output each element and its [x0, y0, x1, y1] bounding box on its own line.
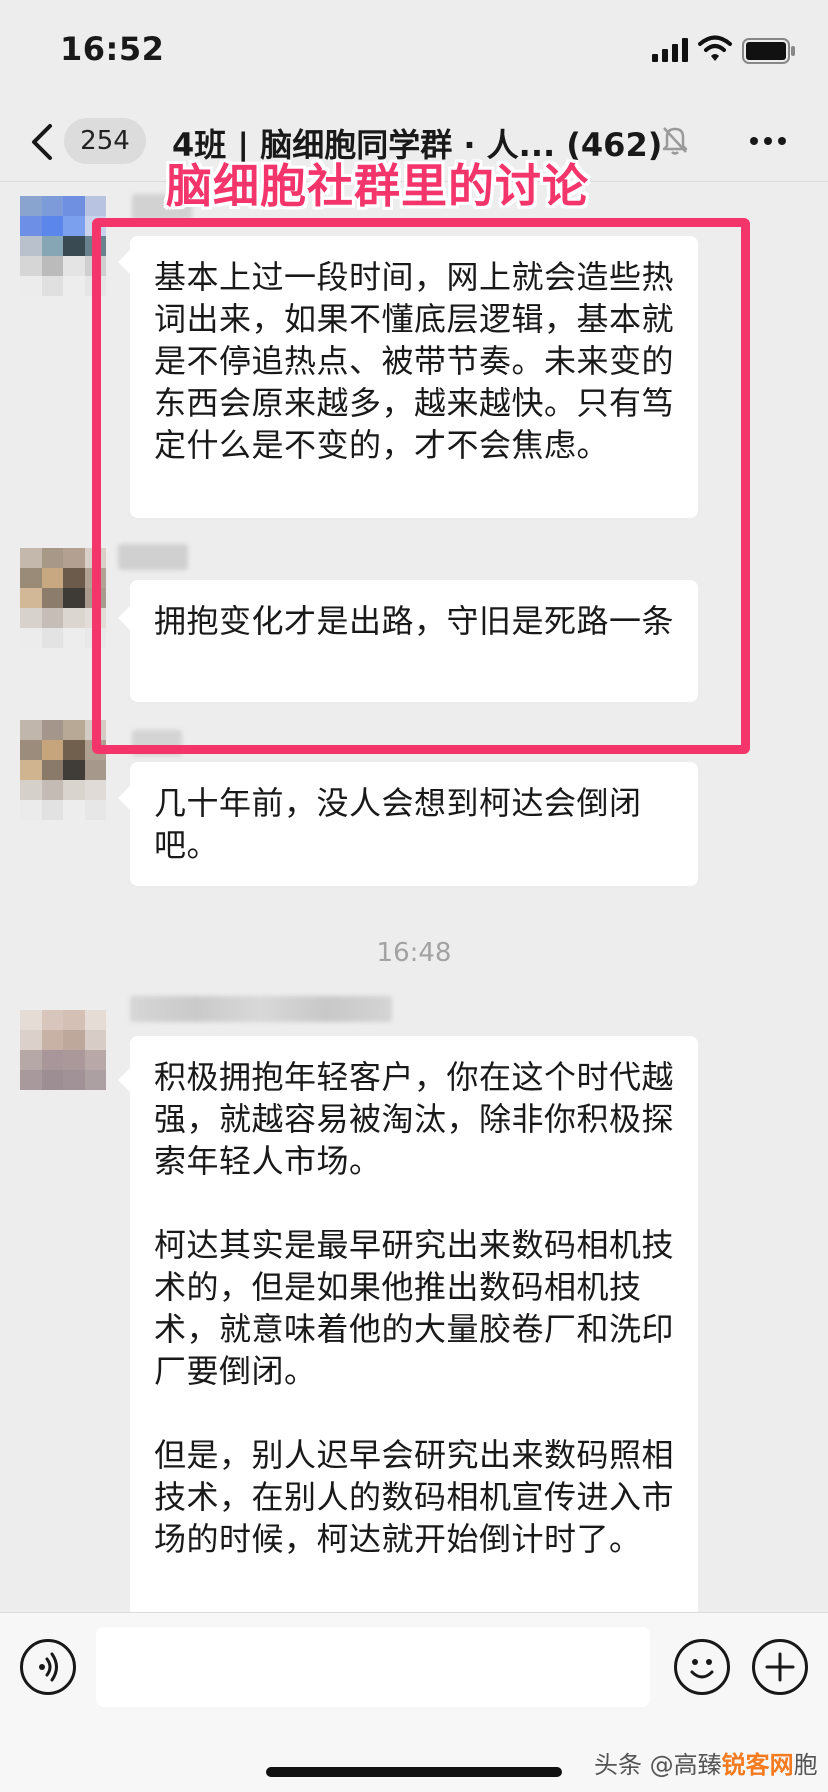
- bubble-tail: [118, 786, 130, 810]
- more-options-icon[interactable]: [748, 126, 788, 156]
- watermark-prefix: 头条 @高臻: [594, 1751, 722, 1779]
- status-time: 16:52: [60, 30, 165, 68]
- sender-name-redacted: [130, 996, 392, 1022]
- highlight-frame: [92, 218, 750, 754]
- back-arrow-icon[interactable]: [28, 122, 56, 162]
- message-bubble[interactable]: 几十年前，没人会想到柯达会倒闭吧。: [130, 762, 698, 886]
- bubble-tail: [118, 1068, 130, 1092]
- input-bar: 头条 @高臻锐客网胞: [0, 1612, 828, 1792]
- source-watermark: 头条 @高臻锐客网胞: [594, 1745, 818, 1780]
- wifi-icon: [698, 35, 732, 61]
- watermark-brand: 锐客网: [721, 1751, 794, 1779]
- voice-wave-icon: [39, 1652, 58, 1682]
- message-input[interactable]: [96, 1627, 650, 1707]
- smiley-face-icon: [690, 1659, 714, 1679]
- cellular-signal-icon: [652, 38, 688, 62]
- unread-count-badge[interactable]: 254: [64, 118, 146, 164]
- watermark-suffix: 胞: [793, 1751, 818, 1779]
- message-bubble[interactable]: 积极拥抱年轻客户，你在这个时代越强，就越容易被淘汰，除非你积极探索年轻人市场。 …: [130, 1036, 698, 1626]
- mute-bell-icon: [662, 127, 688, 155]
- home-indicator[interactable]: [266, 1767, 562, 1777]
- message-paragraph: 但是，别人迟早会研究出来数码照相技术，在别人的数码相机宣传进入市场的时候，柯达就…: [154, 1436, 675, 1558]
- message-paragraph: 积极拥抱年轻客户，你在这个时代越强，就越容易被淘汰，除非你积极探索年轻人市场。: [154, 1058, 675, 1180]
- plus-icon: [765, 1652, 795, 1682]
- voice-input-button[interactable]: [20, 1639, 76, 1695]
- battery-icon: [742, 38, 795, 64]
- more-functions-button[interactable]: [752, 1639, 808, 1695]
- message-paragraph: 柯达其实是最早研究出来数码相机技术的，但是如果他推出数码相机技术，就意味着他的大…: [154, 1226, 675, 1390]
- time-separator: 16:48: [376, 938, 452, 968]
- emoji-button[interactable]: [674, 1639, 730, 1695]
- avatar[interactable]: [20, 1010, 106, 1110]
- annotation-label: 脑细胞社群里的讨论: [166, 159, 589, 213]
- message-text: 几十年前，没人会想到柯达会倒闭吧。: [154, 784, 642, 864]
- status-bar: 16:52: [0, 0, 828, 100]
